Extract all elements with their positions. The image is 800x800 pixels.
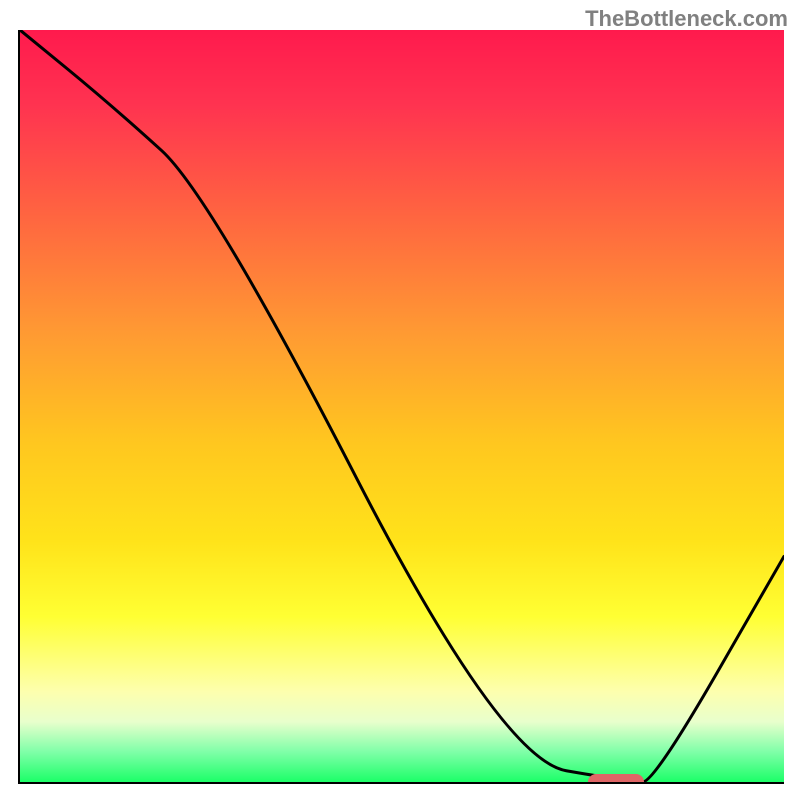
optimal-marker bbox=[588, 774, 644, 784]
bottleneck-curve-path bbox=[20, 30, 784, 782]
bottleneck-curve-svg bbox=[20, 30, 784, 782]
watermark-text: TheBottleneck.com bbox=[585, 6, 788, 32]
chart-plot-area bbox=[18, 30, 784, 784]
